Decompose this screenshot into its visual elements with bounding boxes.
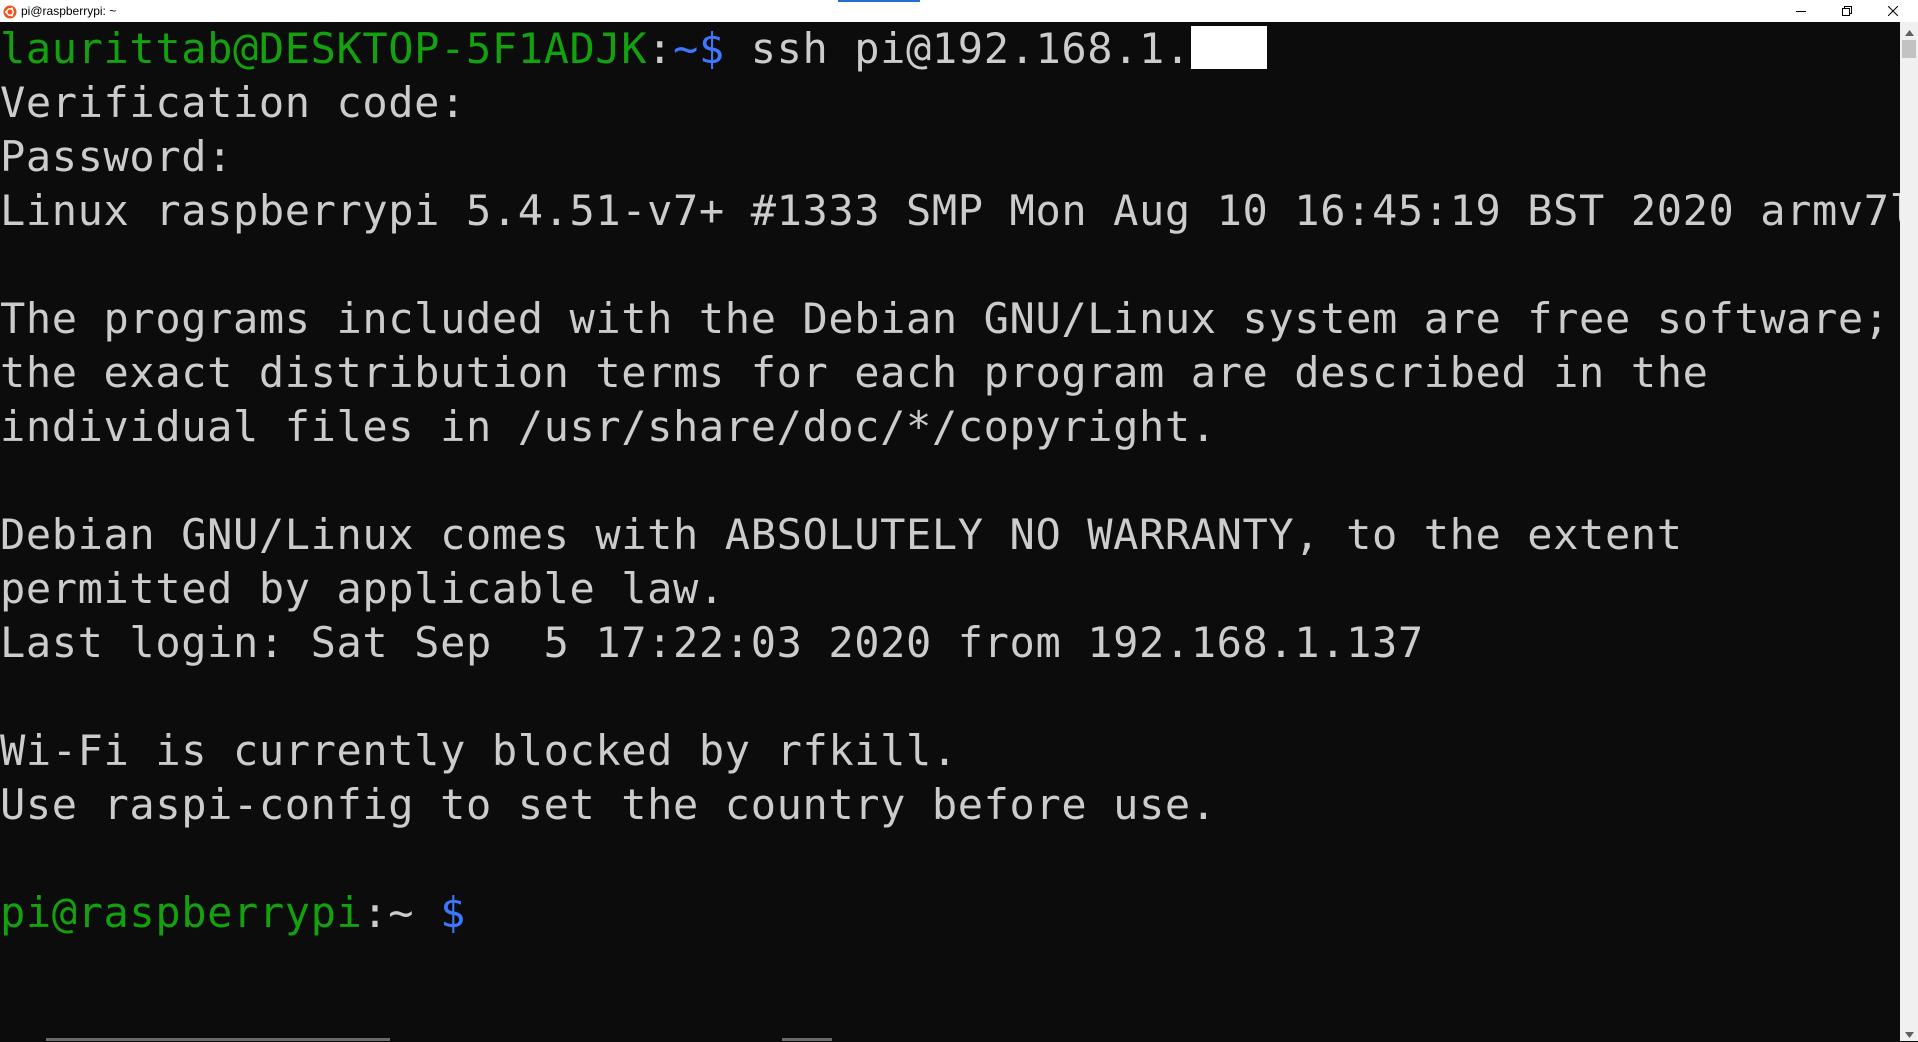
remote-dollar-prompt: $ [440, 888, 466, 937]
redacted-ip-block [1190, 26, 1267, 69]
minimize-button[interactable] [1778, 0, 1824, 22]
verification-code-line: Verification code: [0, 78, 466, 127]
title-accent [838, 0, 920, 2]
close-icon [1888, 6, 1898, 16]
kernel-info-line: Linux raspberrypi 5.4.51-v7+ #1333 SMP M… [0, 186, 1900, 235]
local-user-host: laurittab@DESKTOP-5F1ADJK [0, 24, 648, 73]
window-title: pi@raspberrypi: ~ [21, 4, 117, 18]
vertical-scrollbar[interactable] [1900, 22, 1918, 1041]
scrollbar-thumb[interactable] [1902, 40, 1916, 58]
ssh-command: ssh pi@192.168.1. [724, 24, 1191, 73]
motd-line: The programs included with the Debian GN… [0, 294, 1890, 343]
scroll-up-button[interactable] [1900, 22, 1918, 39]
remote-path: :~ [362, 888, 441, 937]
remote-prompt-line[interactable]: pi@raspberrypi:~ $ [0, 886, 466, 940]
chevron-up-icon [1904, 21, 1914, 40]
local-path-prompt: ~$ [673, 24, 725, 73]
password-line: Password: [0, 132, 233, 181]
motd-line: individual files in /usr/share/doc/*/cop… [0, 402, 1217, 451]
wifi-warning-line: Wi-Fi is currently blocked by rfkill. [0, 726, 958, 775]
restore-button[interactable] [1824, 0, 1870, 22]
terminal-output[interactable]: laurittab@DESKTOP-5F1ADJK:~$ ssh pi@192.… [0, 22, 1900, 1041]
terminal-window: pi@raspberrypi: ~ laurittab@DESKTOP-5F1A… [0, 0, 1918, 1041]
ubuntu-icon [3, 4, 17, 19]
title-bar[interactable]: pi@raspberrypi: ~ [0, 0, 1918, 23]
ssh-command-line: laurittab@DESKTOP-5F1ADJK:~$ ssh pi@192.… [0, 22, 1267, 76]
warranty-line: permitted by applicable law. [0, 564, 725, 613]
minimize-icon [1796, 6, 1806, 16]
local-colon: : [647, 24, 674, 73]
restore-icon [1842, 6, 1852, 16]
wifi-warning-line: Use raspi-config to set the country befo… [0, 780, 1217, 829]
last-login-line: Last login: Sat Sep 5 17:22:03 2020 from… [0, 618, 1424, 667]
close-button[interactable] [1870, 0, 1916, 22]
chevron-down-icon [1904, 1023, 1914, 1042]
motd-line: the exact distribution terms for each pr… [0, 348, 1709, 397]
scroll-down-button[interactable] [1900, 1024, 1918, 1041]
remote-user-host: pi@raspberrypi [0, 888, 363, 937]
warranty-line: Debian GNU/Linux comes with ABSOLUTELY N… [0, 510, 1683, 559]
